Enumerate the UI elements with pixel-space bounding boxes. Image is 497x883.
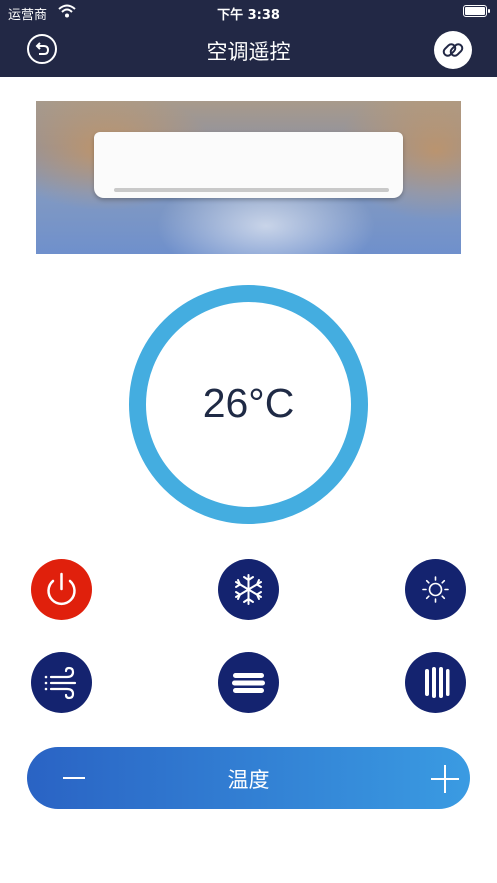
temperature-control-bar: 温度 [27, 747, 470, 809]
nav-bar: 空调遥控 [0, 24, 497, 77]
horizontal-swing-icon [232, 673, 265, 693]
plus-icon[interactable] [427, 761, 463, 797]
power-icon [47, 572, 76, 606]
battery-icon [463, 5, 487, 17]
sun-icon [422, 576, 449, 603]
heat-mode-button[interactable] [405, 559, 466, 620]
status-bar: 运营商 下午 3:38 [0, 0, 497, 24]
horizontal-swing-button[interactable] [218, 652, 279, 713]
cool-mode-button[interactable] [218, 559, 279, 620]
vertical-swing-button[interactable] [405, 652, 466, 713]
battery-cap [488, 9, 490, 13]
wind-speed-button[interactable] [31, 652, 92, 713]
temperature-display: 26°C [202, 380, 295, 426]
power-button[interactable] [31, 559, 92, 620]
link-icon [442, 43, 464, 57]
page-title: 空调遥控 [206, 40, 291, 64]
temperature-label: 温度 [227, 768, 270, 792]
ac-unit-illustration [94, 132, 403, 198]
air-conditioner-image [36, 101, 461, 254]
link-button[interactable] [434, 31, 472, 69]
snowflake-icon [235, 574, 262, 605]
wind-icon [44, 666, 77, 700]
status-time: 下午 3:38 [217, 8, 280, 23]
vertical-swing-icon [425, 667, 450, 698]
ac-vent [114, 188, 389, 192]
